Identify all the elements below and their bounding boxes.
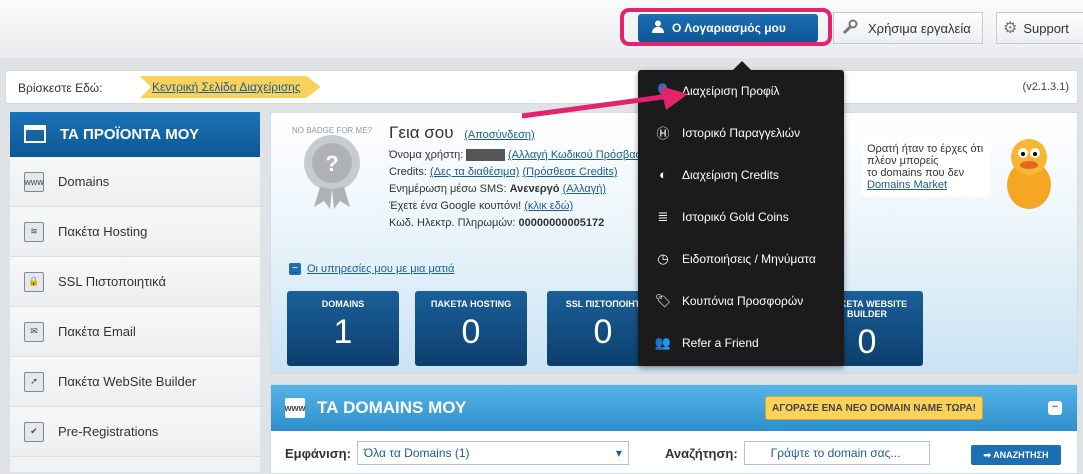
domains-market-link[interactable]: Domains Market	[867, 179, 947, 191]
payment-code: 00000000005172	[518, 217, 605, 229]
pointer-arrow-icon	[521, 86, 688, 119]
sidebar-item-label: Πακέτα Hosting	[58, 224, 148, 239]
account-info: Όνομα χρήστη: xxxxxxx (Αλλαγή Κωδικού Πρ…	[389, 149, 658, 229]
sidebar-item-domains[interactable]: www Domains	[10, 157, 260, 207]
lock-icon: 🔒	[24, 271, 44, 292]
stat-label: ΠΑΚΕΤΑ HOSTING	[430, 299, 512, 309]
collapse-icon: −	[289, 263, 301, 275]
breadcrumb-home-link[interactable]: Κεντρική Σελίδα Διαχείρισης	[140, 76, 321, 98]
sidebar-item-hosting[interactable]: ≋ Πακέτα Hosting	[10, 207, 260, 257]
credits-icon: ◐	[659, 167, 667, 182]
search-button[interactable]: ➡ ΑΝΑΖΗΤΗΣΗ	[971, 445, 1061, 465]
services-glance-toggle[interactable]: − Οι υπηρεσίες μου με μια ματιά	[289, 263, 454, 275]
history-icon: Ⓗ	[656, 126, 670, 141]
payment-label: Κωδ. Ηλεκτρ. Πληρωμών:	[389, 217, 516, 229]
sms-label: Ενημέρωση μέσω SMS:	[389, 183, 507, 195]
sidebar-item-label: Πακέτα WebSite Builder	[58, 374, 197, 389]
www-icon: www	[24, 171, 44, 192]
search-input[interactable]: Γράψτε το domain σας...	[743, 441, 930, 465]
menu-item-label: Ιστορικό Gold Coins	[682, 209, 789, 224]
svg-text:NO BADGE FOR ME?: NO BADGE FOR ME?	[292, 126, 373, 135]
gear-icon: ⚙	[1003, 20, 1018, 37]
coins-icon: ≣	[657, 208, 669, 224]
sidebar-item-email[interactable]: ✉ Πακέτα Email	[10, 307, 260, 357]
tag-icon: 🏷	[654, 292, 672, 308]
sidebar-header[interactable]: ΤΑ ΠΡΟΪΟΝΤΑ ΜΟΥ	[10, 112, 260, 157]
domains-title: ΤΑ DOMAINS ΜΟΥ	[317, 398, 467, 417]
tools-button[interactable]: Χρήσιμα εργαλεία	[833, 12, 983, 44]
stat-domains[interactable]: DOMAINS 1	[287, 291, 399, 366]
search-label: Αναζήτηση:	[665, 445, 738, 461]
bubble-text-2: το domains που δεν	[867, 167, 965, 179]
sidebar-item-website-builder[interactable]: ➚ Πακέτα WebSite Builder	[10, 357, 260, 407]
coupon-link[interactable]: (κλικ εδώ)	[524, 200, 573, 212]
stat-hosting[interactable]: ΠΑΚΕΤΑ HOSTING 0	[415, 291, 527, 366]
menu-item-label: Ιστορικό Παραγγελιών	[682, 125, 801, 140]
chevron-down-icon: ▾	[615, 446, 622, 460]
sidebar-item-label: Domains	[58, 174, 110, 189]
envelope-icon: ✉	[24, 321, 44, 342]
username-label: Όνομα χρήστη:	[389, 149, 464, 161]
menu-item-refer-friend[interactable]: 👥 Refer a Friend	[638, 322, 844, 363]
svg-text:?: ?	[325, 151, 338, 176]
sms-change-link[interactable]: (Αλλαγή)	[563, 183, 606, 195]
checkbox-icon: ✔	[24, 421, 44, 442]
www-icon: www	[285, 398, 306, 418]
coupon-text: Έχετε ένα Google κουπόνι!	[389, 200, 522, 212]
menu-item-label: Refer a Friend	[682, 335, 759, 350]
menu-item-label: Κουπόνια Προσφορών	[682, 293, 804, 308]
credits-label: Credits:	[389, 166, 427, 178]
bubble-text: Ορατή ήταν το έρχες ότι πλέον μπορείς	[867, 143, 984, 167]
duck-mascot-icon	[1001, 133, 1057, 213]
menu-item-credits[interactable]: ◐ Διαχείριση Credits	[638, 154, 844, 195]
credits-add-link[interactable]: (Πρόσθεσε Credits)	[522, 166, 617, 178]
credits-available-link[interactable]: (Δες τα διαθέσιμα)	[430, 166, 519, 178]
support-label: Support	[1023, 20, 1069, 36]
menu-item-coupons[interactable]: 🏷 Κουπόνια Προσφορών	[638, 280, 844, 321]
domains-panel: www ΤΑ DOMAINS ΜΟΥ ΑΓΟΡΑΣΕ ΕΝΑ ΝΕΟ DOMAI…	[270, 384, 1078, 474]
info-bubble: Ορατή ήταν το έρχες ότι πλέον μπορείς το…	[861, 137, 991, 197]
account-label: Ο Λογαριασμός μου	[672, 21, 786, 35]
domains-filter: Εμφάνιση: Όλα τα Domains (1) ▾	[285, 441, 629, 465]
folder-icon	[24, 123, 46, 147]
layers-icon: ≋	[24, 221, 44, 242]
stat-label: DOMAINS	[321, 299, 365, 309]
menu-item-label: Ειδοποιήσεις / Μηνύματα	[682, 251, 816, 266]
domains-filter-select[interactable]: Όλα τα Domains (1) ▾	[356, 441, 629, 465]
menu-item-label: Διαχείριση Credits	[682, 167, 779, 182]
sidebar: ΤΑ ΠΡΟΪΟΝΤΑ ΜΟΥ www Domains ≋ Πακέτα Hosti…	[10, 112, 260, 472]
stat-value: 0	[461, 313, 481, 351]
sidebar-item-label: Pre-Registrations	[58, 424, 159, 439]
users-icon: 👥	[654, 334, 672, 350]
sidebar-item-label: Πακέτα Email	[58, 324, 136, 339]
logout-link[interactable]: (Αποσύνδεση)	[464, 129, 534, 141]
wrench-icon	[842, 19, 858, 38]
menu-item-gold-coins[interactable]: ≣ Ιστορικό Gold Coins	[638, 196, 844, 237]
collapse-icon[interactable]: −	[1048, 401, 1062, 415]
stat-value: 1	[333, 313, 353, 351]
greeting: Γεια σου (Αποσύνδεση)	[389, 123, 535, 143]
menu-item-notifications[interactable]: ◷ Ειδοποιήσεις / Μηνύματα	[638, 238, 844, 279]
tools-label: Χρήσιμα εργαλεία	[868, 20, 971, 36]
buy-domain-button[interactable]: ΑΓΟΡΑΣΕ ΕΝΑ ΝΕΟ DOMAIN NAME ΤΩΡΑ!	[765, 396, 983, 420]
glance-label: Οι υπηρεσίες μου με μια ματιά	[307, 263, 455, 275]
cursor-icon: ➚	[24, 371, 44, 392]
version-text: (v2.1.3.1)	[1022, 81, 1069, 93]
change-password-link[interactable]: (Αλλαγή Κωδικού Πρόσβασης)	[508, 149, 657, 161]
sidebar-item-ssl[interactable]: 🔒 SSL Πιστοποιητικά	[10, 257, 260, 307]
clock-icon: ◷	[657, 250, 669, 266]
account-button[interactable]: Ο Λογαριασμός μου	[638, 14, 818, 42]
sidebar-title: ΤΑ ΠΡΟΪΟΝΤΑ ΜΟΥ	[60, 126, 200, 143]
sidebar-item-label: SSL Πιστοποιητικά	[58, 274, 167, 289]
domains-search: Αναζήτηση: Γράψτε το domain σας...	[665, 441, 930, 465]
support-button[interactable]: ⚙ Support	[996, 12, 1083, 44]
breadcrumb-label: Βρίσκεστε Εδώ:	[18, 81, 103, 95]
no-badge-icon: ? NO BADGE FOR ME?	[287, 121, 377, 211]
sidebar-item-pre-registrations[interactable]: ✔ Pre-Registrations	[10, 407, 260, 457]
sms-value: Ανενεργό	[509, 183, 560, 195]
greeting-text: Γεια σου	[389, 123, 454, 142]
select-value: Όλα τα Domains (1)	[363, 446, 470, 460]
show-label: Εμφάνιση:	[285, 445, 351, 461]
user-icon	[652, 20, 664, 36]
